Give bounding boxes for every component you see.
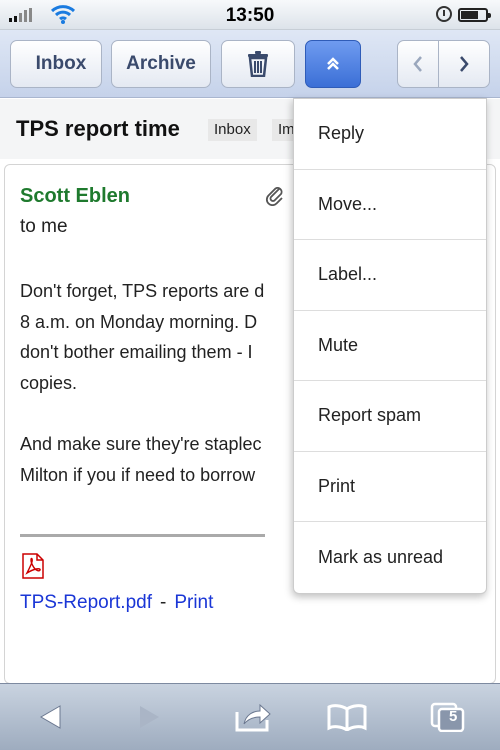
tab-count: 5: [449, 708, 458, 725]
recipient-line[interactable]: to me: [20, 216, 68, 238]
message-body: Don't forget, TPS reports are d 8 a.m. o…: [20, 276, 290, 521]
attachment-separator: -: [160, 592, 167, 613]
attachment-link[interactable]: TPS-Report.pdf: [20, 592, 152, 613]
menu-item-move[interactable]: Move...: [294, 170, 486, 240]
chevron-right-icon: [460, 56, 469, 72]
body-line: copies.: [20, 372, 78, 393]
attachment-divider: [20, 534, 265, 537]
menu-item-print[interactable]: Print: [294, 452, 486, 522]
menu-item-reply[interactable]: Reply: [294, 99, 486, 170]
status-bar: 13:50: [0, 0, 500, 30]
status-time: 13:50: [225, 5, 275, 26]
body-line: 8 a.m. on Monday morning. D: [20, 311, 258, 332]
browser-share-button[interactable]: [233, 698, 273, 736]
mail-toolbar: Inbox Archive: [0, 30, 500, 98]
pdf-file-icon: [22, 553, 44, 579]
share-icon: [235, 703, 271, 732]
tabs-icon: [430, 702, 465, 732]
menu-item-mark-unread[interactable]: Mark as unread: [294, 522, 486, 593]
orientation-lock-icon: [436, 6, 452, 22]
previous-message-button[interactable]: [397, 40, 439, 88]
attachment-row: TPS-Report.pdf - Print: [20, 592, 213, 614]
body-paragraph: And make sure they're staplec Milton if …: [20, 429, 290, 490]
browser-toolbar: 5: [0, 683, 500, 750]
bookmarks-icon: [327, 704, 367, 731]
trash-icon: [248, 51, 268, 77]
menu-item-report-spam[interactable]: Report spam: [294, 381, 486, 452]
browser-forward-button[interactable]: [130, 698, 170, 736]
menu-item-label[interactable]: Label...: [294, 240, 486, 311]
browser-back-button[interactable]: [30, 698, 70, 736]
body-line: Milton if you if need to borrow: [20, 464, 256, 485]
message-subject: TPS report time: [16, 116, 180, 141]
browser-bookmarks-button[interactable]: [327, 698, 367, 736]
next-message-button[interactable]: [438, 40, 490, 88]
body-line: And make sure they're staplec: [20, 434, 262, 454]
battery-icon: [458, 8, 491, 22]
body-line: don't bother emailing them - I: [20, 342, 253, 362]
browser-tabs-button[interactable]: 5: [428, 698, 468, 736]
sender-name[interactable]: Scott Eblen: [20, 185, 130, 208]
paperclip-icon: [265, 187, 283, 206]
delete-button[interactable]: [221, 40, 295, 88]
back-to-inbox-button[interactable]: Inbox: [10, 40, 102, 88]
label-chip-inbox[interactable]: Inbox: [208, 119, 257, 141]
double-chevron-up-icon: [327, 57, 339, 70]
attachment-print-link[interactable]: Print: [174, 592, 213, 613]
archive-button[interactable]: Archive: [111, 40, 211, 88]
back-icon: [40, 705, 61, 729]
body-line: Don't forget, TPS reports are d: [20, 281, 265, 301]
archive-button-label: Archive: [126, 53, 196, 74]
actions-menu: Reply Move... Label... Mute Report spam …: [293, 98, 487, 594]
inbox-button-label: Inbox: [35, 53, 87, 74]
forward-icon: [140, 706, 159, 728]
body-paragraph: Don't forget, TPS reports are d 8 a.m. o…: [20, 276, 290, 398]
chevron-left-icon: [413, 56, 422, 72]
menu-item-mute[interactable]: Mute: [294, 311, 486, 381]
more-actions-button[interactable]: [305, 40, 361, 88]
